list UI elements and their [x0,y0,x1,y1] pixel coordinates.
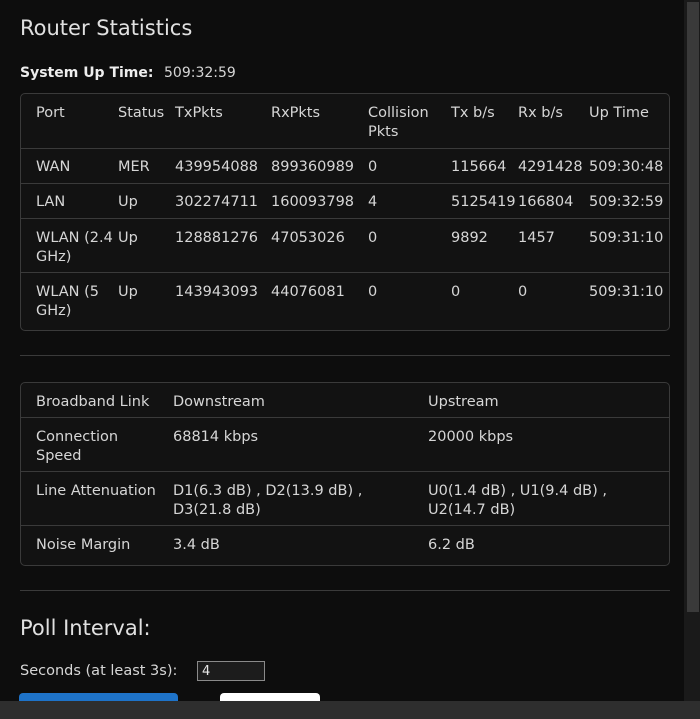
cell-collision: 0 [368,284,378,300]
cell-rxpkts: 160093798 [271,194,355,210]
poll-seconds-input[interactable] [197,661,265,681]
table-row: WAN MER 439954088 899360989 0 115664 429… [21,148,669,183]
cell-uptime: 509:30:48 [589,159,664,175]
page-content: Router Statistics System Up Time: 509:32… [0,0,684,701]
section-divider [20,355,670,356]
primary-button[interactable] [19,693,178,701]
cell-rxpkts: 44076081 [271,284,345,300]
header-broadband-link: Broadband Link [36,394,150,410]
scrollbar-thumb[interactable] [687,2,699,612]
cell-rx-bps: 0 [518,284,528,300]
cell-rx-bps: 1457 [518,230,555,246]
table-header-row: Broadband Link Downstream Upstream [21,383,669,417]
header-txpkts: TxPkts [175,105,223,121]
cell-port: WAN [36,159,71,175]
uptime-label: System Up Time: [20,65,154,81]
header-status: Status [118,105,165,121]
uptime-value: 509:32:59 [164,65,236,81]
cell-port: LAN [36,194,66,210]
table-row: WLAN (5 GHz) Up 143943093 44076081 0 0 0… [21,272,669,331]
header-port: Port [36,105,65,121]
header-tx-bps: Tx b/s [451,105,495,121]
cell-txpkts: 439954088 [175,159,259,175]
header-uptime: Up Time [589,105,649,121]
cell-rxpkts: 899360989 [271,159,355,175]
secondary-button[interactable] [220,693,320,701]
cell-status: Up [118,230,138,246]
table-row: Line Attenuation D1(6.3 dB) , D2(13.9 dB… [21,471,669,525]
seconds-label: Seconds (at least 3s): [20,663,178,679]
horizontal-scrollbar[interactable] [0,701,700,719]
table-row: Noise Margin 3.4 dB 6.2 dB [21,525,669,565]
table-row: WLAN (2.4 GHz) Up 128881276 47053026 0 9… [21,218,669,272]
cell-downstream: D1(6.3 dB) , D2(13.9 dB) , D3(21.8 dB) [173,483,363,518]
header-collision: Collision Pkts [368,105,429,140]
cell-rx-bps: 4291428 [518,159,583,175]
cell-downstream: 3.4 dB [173,537,220,553]
cell-upstream: 6.2 dB [428,537,475,553]
broadband-link-table: Broadband Link Downstream Upstream Conne… [20,382,670,566]
cell-txpkts: 302274711 [175,194,259,210]
system-uptime: System Up Time: 509:32:59 [20,65,236,81]
port-stats-table: Port Status TxPkts RxPkts Collision Pkts… [20,93,670,331]
cell-upstream: U0(1.4 dB) , U1(9.4 dB) , U2(14.7 dB) [428,483,607,518]
table-header-row: Port Status TxPkts RxPkts Collision Pkts… [21,94,669,148]
cell-collision: 0 [368,230,378,246]
cell-collision: 0 [368,159,378,175]
poll-interval-title: Poll Interval: [20,616,151,640]
cell-status: Up [118,194,138,210]
cell-port: WLAN (5 GHz) [36,284,100,319]
cell-txpkts: 128881276 [175,230,259,246]
cell-tx-bps: 9892 [451,230,488,246]
table-row: Connection Speed 68814 kbps 20000 kbps [21,417,669,471]
cell-status: Up [118,284,138,300]
header-downstream: Downstream [173,394,265,410]
cell-uptime: 509:32:59 [589,194,664,210]
page-title: Router Statistics [20,16,193,40]
cell-link: Connection Speed [36,429,119,464]
cell-tx-bps: 115664 [451,159,507,175]
cell-rx-bps: 166804 [518,194,574,210]
table-row: LAN Up 302274711 160093798 4 5125419 166… [21,183,669,218]
cell-tx-bps: 5125419 [451,194,516,210]
cell-link: Noise Margin [36,537,131,553]
cell-txpkts: 143943093 [175,284,259,300]
cell-port: WLAN (2.4 GHz) [36,230,113,265]
cell-rxpkts: 47053026 [271,230,345,246]
cell-upstream: 20000 kbps [428,429,514,445]
cell-status: MER [118,159,150,175]
header-upstream: Upstream [428,394,499,410]
cell-collision: 4 [368,194,378,210]
cell-uptime: 509:31:10 [589,230,664,246]
vertical-scrollbar[interactable] [684,0,700,701]
section-divider [20,590,670,591]
cell-downstream: 68814 kbps [173,429,259,445]
header-rx-bps: Rx b/s [518,105,563,121]
cell-uptime: 509:31:10 [589,284,664,300]
header-rxpkts: RxPkts [271,105,321,121]
cell-link: Line Attenuation [36,483,156,499]
cell-tx-bps: 0 [451,284,461,300]
